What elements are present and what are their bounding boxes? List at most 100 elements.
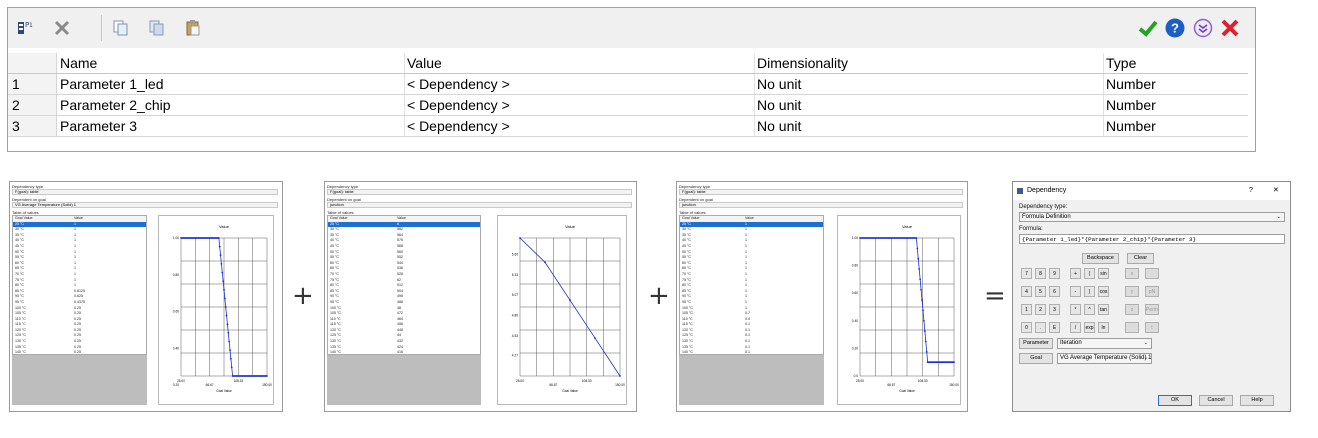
dialog-help-button[interactable]: ? xyxy=(1249,182,1253,200)
cancel-button[interactable]: Cancel xyxy=(1199,395,1233,406)
cell-dimensionality[interactable]: No unit xyxy=(755,95,1104,115)
dependent-goal-select[interactable]: junction xyxy=(327,202,632,208)
keypad-number-key[interactable]: . xyxy=(1035,322,1046,333)
parameter-button[interactable]: Parameter xyxy=(1019,338,1053,349)
y-tick-label: 0.80 xyxy=(852,264,858,268)
data-point xyxy=(223,288,225,291)
help-button[interactable]: Help xyxy=(1240,395,1274,406)
goal-button[interactable]: Goal xyxy=(1019,353,1053,364)
accept-icon[interactable] xyxy=(1136,16,1160,40)
values-table[interactable]: Goal Value Value 25 °C 1 30 °C 1 35 °C 1 40 °C 1 4… xyxy=(679,215,824,355)
table-header: Name Value Dimensionality Type xyxy=(8,53,1248,74)
data-point xyxy=(225,314,228,317)
column-header-type[interactable]: Type xyxy=(1104,53,1248,73)
keypad-operator-key[interactable]: + xyxy=(1070,268,1081,279)
keypad-number-key[interactable]: 7 xyxy=(1021,268,1032,279)
column-header-dimensionality[interactable]: Dimensionality xyxy=(755,53,1104,73)
toolbar-separator xyxy=(101,15,102,41)
keypad-number-key[interactable]: 1 xyxy=(1021,304,1032,315)
keypad-operator-key[interactable]: - xyxy=(1070,286,1081,297)
dependency-type-select[interactable]: F(goal): table xyxy=(327,189,632,195)
dependent-goal-select[interactable]: junction xyxy=(679,202,963,208)
cell-type[interactable]: Number xyxy=(1104,74,1248,94)
keypad-operator-key[interactable]: cos xyxy=(1098,286,1109,297)
goal-select-value: VG Average Temperature (Solid) 1 xyxy=(1060,355,1152,361)
data-point xyxy=(228,340,231,343)
dependency-panel-led: Dependency type F(goal): table Dependent o… xyxy=(9,181,283,412)
values-table[interactable]: Goal Value Value 25 °C 1 30 °C 1 35 °C 1 40 °C 1 4… xyxy=(12,215,147,355)
keypad-operator-key[interactable]: ) xyxy=(1084,286,1095,297)
dependency-type-select[interactable]: Formula Definition ⌄ xyxy=(1019,212,1285,222)
keypad-operator-key[interactable]: / xyxy=(1070,322,1081,333)
data-point xyxy=(230,366,233,369)
column-header-value[interactable]: Value xyxy=(405,53,755,73)
keypad-operator-key[interactable]: sin xyxy=(1098,268,1109,279)
table-row[interactable]: 1 Parameter 1_led < Dependency > No unit… xyxy=(8,74,1248,95)
cell-value[interactable]: < Dependency > xyxy=(405,95,755,115)
cell-name[interactable]: Parameter 1_led xyxy=(58,74,405,94)
x-tick-label: 66.67 xyxy=(549,383,557,387)
dependency-type-select[interactable]: F(goal): table xyxy=(12,189,278,195)
options-icon[interactable] xyxy=(1191,16,1215,40)
clear-button[interactable]: Clear xyxy=(1127,253,1154,264)
parameter-select[interactable]: Iteration ⌄ xyxy=(1057,338,1152,349)
y-tick-label: 5.33 xyxy=(512,273,518,277)
keypad-number-key[interactable]: 2 xyxy=(1035,304,1046,315)
keypad-operator-key[interactable]: tan xyxy=(1098,304,1109,315)
parameter-add-icon[interactable]: P1 xyxy=(13,16,37,40)
close-icon[interactable] xyxy=(1218,16,1242,40)
table-row[interactable]: 2 Parameter 2_chip < Dependency > No uni… xyxy=(8,95,1248,116)
data-point xyxy=(569,299,571,302)
cell-type[interactable]: Number xyxy=(1104,95,1248,115)
backspace-button[interactable]: Backspace xyxy=(1082,253,1119,264)
keypad-number-key[interactable]: 3 xyxy=(1049,304,1060,315)
delete-icon[interactable] xyxy=(50,16,74,40)
data-point xyxy=(229,357,232,360)
data-point xyxy=(218,245,221,248)
keypad-operator-key[interactable]: ( xyxy=(1084,268,1095,279)
keypad-number-key[interactable]: 6 xyxy=(1049,286,1060,297)
y-tick-label: 0.60 xyxy=(852,291,858,295)
row-number[interactable]: 3 xyxy=(8,116,57,136)
cell-name[interactable]: Parameter 3 xyxy=(58,116,405,136)
x-tick-label: 150.00 xyxy=(949,383,959,387)
header-corner xyxy=(8,53,57,73)
keypad-operator-key[interactable]: * xyxy=(1070,304,1081,315)
cell-name[interactable]: Parameter 2_chip xyxy=(58,95,405,115)
keypad-number-key[interactable]: 4 xyxy=(1021,286,1032,297)
ok-button[interactable]: OK xyxy=(1158,395,1192,406)
keypad-operator-key[interactable]: exp xyxy=(1084,322,1095,333)
cell-dimensionality[interactable]: No unit xyxy=(755,74,1104,94)
dependent-goal-select[interactable]: VG Average Temperature (Solid) 1 xyxy=(12,202,278,208)
dialog-close-icon[interactable]: ✕ xyxy=(1273,182,1279,200)
dependency-type-select[interactable]: F(goal): table xyxy=(679,189,963,195)
dialog-titlebar: Dependency ? ✕ xyxy=(1013,182,1290,200)
keypad-operator-key[interactable]: ^ xyxy=(1084,304,1095,315)
data-point xyxy=(221,271,224,274)
column-header-name[interactable]: Name xyxy=(58,53,405,73)
keypad-number-key[interactable]: 0 xyxy=(1021,322,1032,333)
keypad-number-key[interactable]: 8 xyxy=(1035,268,1046,279)
keypad-number-key[interactable]: 9 xyxy=(1049,268,1060,279)
row-number[interactable]: 1 xyxy=(8,74,57,94)
cell-dimensionality[interactable]: No unit xyxy=(755,116,1104,136)
keypad-number-key[interactable]: 5 xyxy=(1035,286,1046,297)
keypad-number-key[interactable]: E xyxy=(1049,322,1060,333)
chart-title: Value xyxy=(219,224,230,229)
paste-special-icon[interactable] xyxy=(181,16,205,40)
goal-select[interactable]: VG Average Temperature (Solid) 1 ⌄ xyxy=(1057,353,1152,364)
paste-icon[interactable] xyxy=(145,16,169,40)
table-row[interactable]: 3 Parameter 3 < Dependency > No unit Num… xyxy=(8,116,1248,137)
dependency-chart: Value 1.00 0.80 0.60 0.40 0.20 25.00 66.67 108.3… xyxy=(158,215,274,405)
formula-input[interactable]: {Parameter 1_led}*{Parameter 2_chip}*{Pa… xyxy=(1019,234,1285,244)
cell-type[interactable]: Number xyxy=(1104,116,1248,136)
cell-value[interactable]: < Dependency > xyxy=(405,116,755,136)
keypad-operator-key[interactable]: ln xyxy=(1098,322,1109,333)
y-tick-label: 0.80 xyxy=(173,273,179,277)
copy-icon[interactable] xyxy=(109,16,133,40)
help-icon[interactable]: ? xyxy=(1163,16,1187,40)
cell-value[interactable]: < Dependency > xyxy=(405,74,755,94)
row-number[interactable]: 2 xyxy=(8,95,57,115)
dependency-chart: Value 5.60 5.33 5.07 4.80 4.53 4.27 25.00 66.67 1… xyxy=(497,215,627,405)
values-table[interactable]: Goal Value Value 25 °C 6 30 °C 582 35 °C 564 40 … xyxy=(327,215,481,355)
